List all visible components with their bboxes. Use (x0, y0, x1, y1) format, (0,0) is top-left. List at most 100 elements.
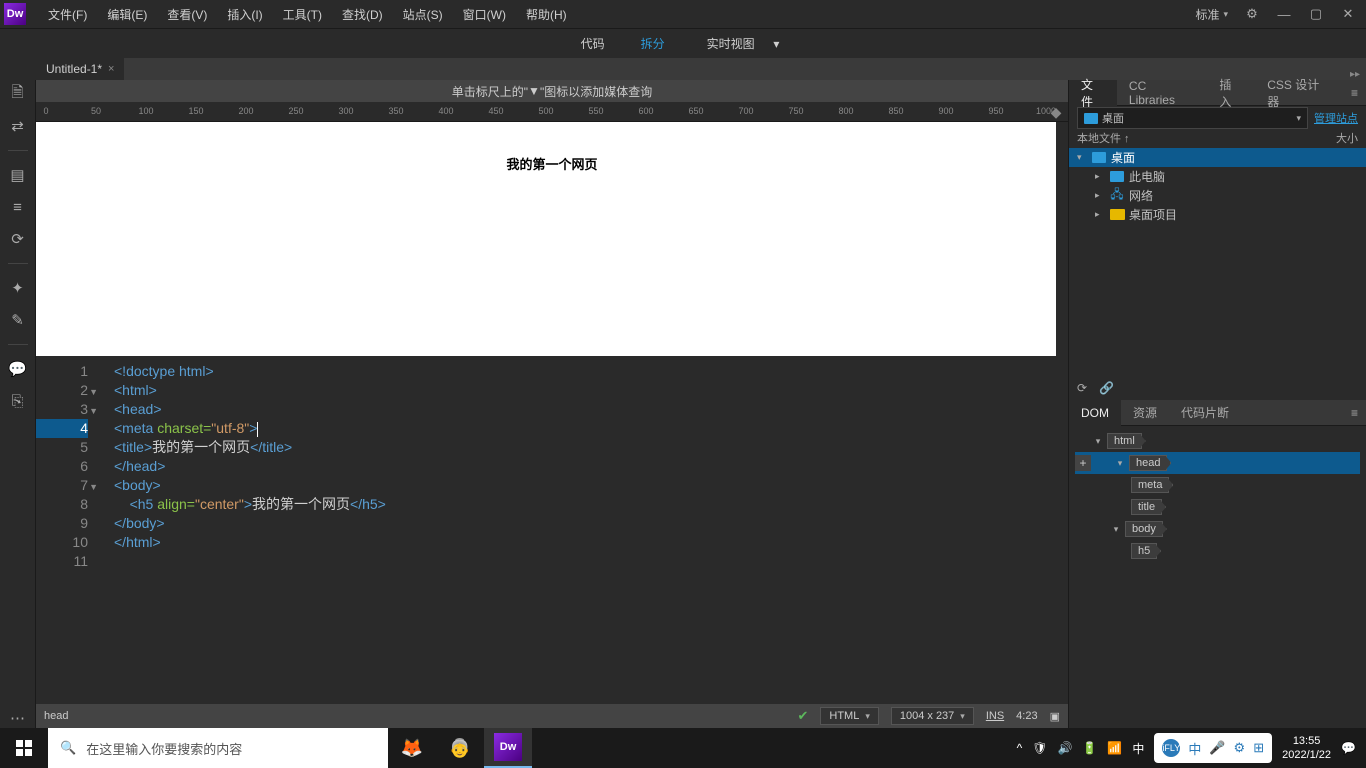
lint-ok-icon[interactable]: ✔ (797, 708, 808, 724)
refresh-dom-icon[interactable]: ⟳ (1077, 381, 1087, 395)
tray-battery-icon[interactable]: 🔋 (1082, 741, 1097, 755)
media-query-bar[interactable]: 单击标尺上的" ▼ "图标以添加媒体查询 (36, 80, 1068, 102)
dom-panel-toolbar: ⟳ 🔗 (1069, 376, 1366, 400)
preview-device-icon[interactable]: ▣ (1050, 710, 1060, 723)
tab-snippets[interactable]: 代码片断 (1169, 400, 1241, 426)
close-button[interactable]: ✕ (1334, 3, 1362, 25)
tray-chevron-icon[interactable]: ^ (1017, 741, 1023, 755)
ruler-mark: 50 (91, 106, 101, 116)
file-manage-icon[interactable]: 🗎 (8, 84, 28, 104)
code-lines[interactable]: <!doctype html> <html> <head> <meta char… (96, 356, 1068, 704)
dom-node-head[interactable]: +▾head (1075, 452, 1360, 474)
tag-crumb[interactable]: head (44, 710, 68, 722)
menu-item[interactable]: 工具(T) (273, 6, 332, 23)
tab-cc-libraries[interactable]: CC Libraries (1117, 80, 1207, 106)
ruler-mark: 950 (988, 106, 1003, 116)
dom-node-body[interactable]: ▾body (1075, 518, 1360, 540)
tab-assets[interactable]: 资源 (1121, 400, 1169, 426)
live-preview[interactable]: 我的第一个网页 (36, 122, 1068, 356)
menu-item[interactable]: 窗口(W) (453, 6, 516, 23)
panel-collapse-icon[interactable]: ▸▸ (1350, 69, 1366, 80)
dom-node-html[interactable]: ▾html (1075, 430, 1360, 452)
code-editor[interactable]: 12▼3▼4567▼891011 <!doctype html> <html> … (36, 356, 1068, 704)
ruler-mark: 350 (388, 106, 403, 116)
col-size[interactable]: 大小 (1308, 130, 1358, 148)
taskbar-clock[interactable]: 13:552022/1/22 (1282, 734, 1331, 762)
expand-icon[interactable]: ▤ (8, 165, 28, 185)
document-tab[interactable]: Untitled-1* × (36, 58, 124, 80)
language-selector[interactable]: HTML▾ (820, 707, 878, 725)
folder-icon (1084, 113, 1098, 124)
comment-icon[interactable]: 💬 (8, 359, 28, 379)
panel-menu-icon[interactable]: ≡ (1343, 86, 1366, 100)
menu-item[interactable]: 帮助(H) (516, 6, 577, 23)
tray-security-icon[interactable]: 🛡 (1032, 741, 1047, 755)
menu-item[interactable]: 站点(S) (393, 6, 453, 23)
app-logo: Dw (4, 3, 26, 25)
search-placeholder: 在这里输入你要搜索的内容 (86, 739, 242, 758)
ruler-mark: 450 (488, 106, 503, 116)
format-icon[interactable]: ✎ (8, 310, 28, 330)
tab-css-designer[interactable]: CSS 设计器 (1255, 80, 1343, 106)
tree-root[interactable]: ▾ 桌面 (1069, 148, 1366, 167)
maximize-button[interactable]: ▢ (1302, 3, 1330, 25)
ruler-mark: 200 (238, 106, 253, 116)
status-bar: head ✔ HTML▾ 1004 x 237▾ INS 4:23 ▣ (36, 704, 1068, 728)
ruler-mark: 300 (338, 106, 353, 116)
taskbar-dreamweaver[interactable]: Dw (484, 728, 532, 768)
tab-insert[interactable]: 插入 (1207, 80, 1255, 106)
add-node-icon[interactable]: + (1075, 455, 1091, 471)
minimize-button[interactable]: — (1270, 3, 1298, 25)
wand-icon[interactable]: ✦ (8, 278, 28, 298)
ruler-mark: 600 (638, 106, 653, 116)
dom-node-h5[interactable]: h5 (1075, 540, 1360, 562)
menu-item[interactable]: 文件(F) (38, 6, 97, 23)
ruler-mark: 550 (588, 106, 603, 116)
close-tab-icon[interactable]: × (108, 63, 114, 75)
sync-settings-icon[interactable]: ⚙ (1238, 3, 1266, 25)
ruler[interactable]: 0501001502002503003504004505005506006507… (36, 102, 1068, 122)
more-tools-icon[interactable]: ⋯ (8, 708, 28, 728)
notifications-icon[interactable]: 💬 (1341, 741, 1356, 755)
collapse-icon[interactable]: ≡ (8, 197, 28, 217)
start-button[interactable] (0, 728, 48, 768)
tray-ime-indicator[interactable]: 中 (1132, 740, 1144, 757)
file-tree[interactable]: ▾ 桌面 ▸ 此电脑 ▸🖧 网络 ▸ 桌面项目 (1069, 148, 1366, 376)
dom-node-title[interactable]: title (1075, 496, 1360, 518)
workspace-switcher[interactable]: 标准▾ (1189, 4, 1234, 25)
dom-tree[interactable]: ▾html +▾head meta title ▾body h5 (1069, 426, 1366, 728)
menu-item[interactable]: 查找(D) (332, 6, 393, 23)
taskbar-search[interactable]: 🔍 在这里输入你要搜索的内容 (48, 728, 388, 768)
view-code-button[interactable]: 代码 (575, 31, 611, 56)
tray-wifi-icon[interactable]: 📶 (1107, 741, 1122, 755)
taskbar-app[interactable]: 👵 (436, 728, 484, 768)
ruler-mark: 700 (738, 106, 753, 116)
search-icon: 🔍 (60, 740, 76, 756)
insert-mode[interactable]: INS (986, 710, 1004, 722)
tray-volume-icon[interactable]: 🔊 (1057, 741, 1072, 755)
tree-project[interactable]: ▸ 桌面项目 (1069, 205, 1366, 224)
col-local-files[interactable]: 本地文件 ↑ (1077, 130, 1308, 148)
menu-item[interactable]: 编辑(E) (97, 6, 157, 23)
snippet-icon[interactable]: ⎘ (8, 391, 28, 411)
viewport-size-selector[interactable]: 1004 x 237▾ (891, 707, 974, 725)
view-live-button[interactable]: 实时视图 ▾ (695, 31, 792, 56)
ruler-mark: 250 (288, 106, 303, 116)
tab-dom[interactable]: DOM (1069, 400, 1121, 426)
dom-node-meta[interactable]: meta (1075, 474, 1360, 496)
link-dom-icon[interactable]: 🔗 (1099, 381, 1114, 395)
view-split-button[interactable]: 拆分 (635, 31, 671, 56)
ime-toolbar[interactable]: iFLY 中🎤⚙⊞ (1154, 733, 1272, 763)
panel-menu-icon[interactable]: ≡ (1343, 406, 1366, 420)
tree-network[interactable]: ▸🖧 网络 (1069, 186, 1366, 205)
tree-this-pc[interactable]: ▸ 此电脑 (1069, 167, 1366, 186)
manage-sites-link[interactable]: 管理站点 (1314, 110, 1358, 126)
menu-item[interactable]: 查看(V) (157, 6, 217, 23)
tab-files[interactable]: 文件 (1069, 80, 1117, 106)
toggle-source-icon[interactable]: ⇄ (8, 116, 28, 136)
menu-item[interactable]: 插入(I) (217, 6, 272, 23)
taskbar-firefox[interactable]: 🦊 (388, 728, 436, 768)
site-selector[interactable]: 桌面 ▾ (1077, 107, 1308, 129)
ruler-handle-icon[interactable]: ◆ (1046, 102, 1066, 122)
refresh-icon[interactable]: ⟳ (8, 229, 28, 249)
